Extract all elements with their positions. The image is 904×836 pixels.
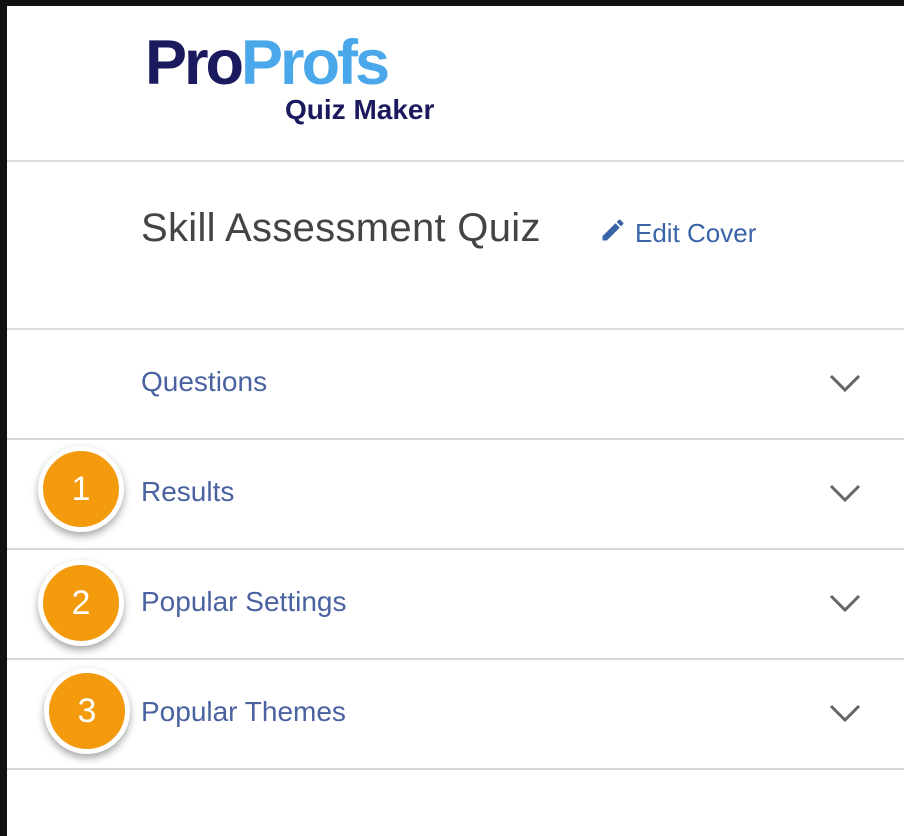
quiz-title-area: Skill Assessment Quiz Edit Cover (7, 162, 904, 330)
logo-product-name: Quiz Maker (285, 94, 435, 125)
logo-wordmark: ProProfs (145, 28, 390, 98)
section-results-label: Results (141, 476, 235, 507)
app-header: ProProfs Quiz Maker (7, 6, 904, 162)
quiz-title: Skill Assessment Quiz (141, 206, 541, 250)
chevron-down-icon[interactable] (827, 700, 863, 726)
section-results[interactable]: Results (7, 440, 904, 550)
section-popular-settings-label: Popular Settings (141, 586, 347, 617)
chevron-down-icon[interactable] (827, 370, 863, 396)
section-questions-label: Questions (141, 366, 268, 397)
edit-cover-label: Edit Cover (635, 218, 757, 248)
step-badge-2: 2 (38, 560, 124, 646)
section-popular-settings[interactable]: Popular Settings (7, 550, 904, 660)
section-popular-themes[interactable]: Popular Themes (7, 660, 904, 770)
step-badge-1: 1 (38, 446, 124, 532)
edit-cover-link[interactable]: Edit Cover (599, 216, 756, 251)
logo-part-pro: Pro (145, 28, 244, 98)
section-popular-themes-label: Popular Themes (141, 696, 346, 727)
chevron-down-icon[interactable] (827, 480, 863, 506)
step-badge-3: 3 (44, 668, 130, 754)
section-questions[interactable]: Questions (7, 330, 904, 440)
pencil-icon (599, 216, 627, 251)
chevron-down-icon[interactable] (827, 590, 863, 616)
logo-part-profs: Profs (241, 28, 390, 98)
proprofs-logo[interactable]: ProProfs Quiz Maker (145, 30, 455, 130)
